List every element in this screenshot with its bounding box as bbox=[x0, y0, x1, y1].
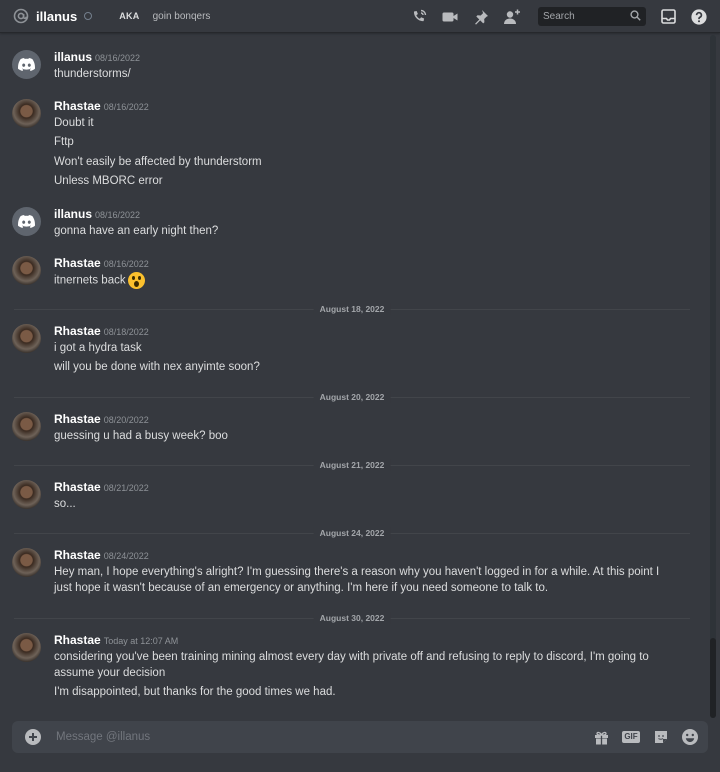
emoji-icon[interactable] bbox=[681, 728, 699, 746]
add-friend-icon[interactable] bbox=[502, 7, 522, 27]
astonished-face-icon[interactable] bbox=[127, 272, 145, 289]
message-text: gonna have an early night then? bbox=[54, 225, 219, 237]
message-text: Unless MBORC error bbox=[54, 175, 163, 187]
discord-logo-icon bbox=[18, 58, 35, 71]
message-author[interactable]: Rhastae bbox=[54, 412, 101, 426]
message-author[interactable]: Rhastae bbox=[54, 99, 101, 113]
message-text: Doubt it bbox=[54, 117, 94, 129]
message-timestamp: 08/16/2022 bbox=[95, 210, 141, 220]
message-text: guessing u had a busy week? boo bbox=[54, 430, 228, 442]
date-divider-label: August 24, 2022 bbox=[313, 527, 391, 539]
at-icon bbox=[12, 7, 30, 25]
date-divider-label: August 30, 2022 bbox=[313, 612, 391, 624]
message-text: thunderstorms/ bbox=[54, 68, 131, 80]
date-divider: August 18, 2022 bbox=[14, 303, 690, 315]
discord-logo-icon bbox=[18, 215, 35, 228]
message-author[interactable]: illanus bbox=[54, 50, 92, 64]
date-divider-label: August 21, 2022 bbox=[313, 459, 391, 471]
message-composer: GIF bbox=[12, 721, 708, 753]
message-author[interactable]: Rhastae bbox=[54, 548, 101, 562]
date-divider: August 24, 2022 bbox=[14, 527, 690, 539]
message-text: I'm disappointed, but thanks for the goo… bbox=[54, 686, 336, 698]
avatar[interactable] bbox=[12, 633, 41, 662]
message-text: Won't easily be affected by thunderstorm bbox=[54, 156, 262, 168]
gif-label: GIF bbox=[622, 731, 640, 743]
message-timestamp: 08/21/2022 bbox=[103, 483, 149, 493]
message-text: just hope it wasn't because of an emerge… bbox=[54, 582, 549, 594]
message-author[interactable]: Rhastae bbox=[54, 633, 101, 647]
search-box[interactable] bbox=[538, 7, 646, 26]
message-scrollbar[interactable] bbox=[710, 35, 716, 718]
message-text: assume your decision bbox=[54, 667, 166, 679]
help-icon[interactable] bbox=[689, 7, 709, 27]
gift-icon[interactable] bbox=[592, 728, 610, 746]
avatar[interactable] bbox=[12, 207, 41, 236]
avatar[interactable] bbox=[12, 256, 41, 285]
header-toolbar bbox=[409, 0, 720, 33]
message-text: so... bbox=[54, 498, 76, 510]
message-timestamp: Today at 12:07 AM bbox=[103, 636, 179, 646]
avatar[interactable] bbox=[12, 548, 41, 577]
inbox-icon[interactable] bbox=[658, 7, 678, 27]
pin-icon[interactable] bbox=[471, 7, 491, 27]
message-text: will you be done with nex anyimte soon? bbox=[54, 361, 260, 373]
date-divider-label: August 20, 2022 bbox=[313, 391, 391, 403]
message-list[interactable]: illanus 08/16/2022 thunderstorms/ Rhastae… bbox=[0, 33, 710, 718]
avatar[interactable] bbox=[12, 412, 41, 441]
avatar[interactable] bbox=[12, 50, 41, 79]
message-author[interactable]: illanus bbox=[54, 207, 92, 221]
message-text: itnernets back bbox=[54, 272, 664, 289]
message-text: i got a hydra task bbox=[54, 342, 142, 354]
avatar[interactable] bbox=[12, 99, 41, 128]
status-offline-indicator bbox=[84, 12, 93, 20]
message-author[interactable]: Rhastae bbox=[54, 324, 101, 338]
message-timestamp: 08/16/2022 bbox=[103, 102, 149, 112]
message-timestamp: 08/16/2022 bbox=[95, 53, 141, 63]
channel-header: illanus AKA goin bonqers bbox=[0, 0, 720, 33]
date-divider: August 30, 2022 bbox=[14, 612, 690, 624]
scrollbar-thumb[interactable] bbox=[710, 638, 716, 718]
gif-icon[interactable]: GIF bbox=[621, 728, 641, 746]
message-timestamp: 08/20/2022 bbox=[103, 415, 149, 425]
sticker-icon[interactable] bbox=[652, 728, 670, 746]
date-divider: August 20, 2022 bbox=[14, 391, 690, 403]
date-divider-label: August 18, 2022 bbox=[313, 303, 391, 315]
avatar[interactable] bbox=[12, 480, 41, 509]
search-icon[interactable] bbox=[630, 9, 641, 24]
message-text: considering you've been training mining … bbox=[54, 651, 649, 663]
aka-value: goin bonqers bbox=[152, 10, 211, 22]
message-input[interactable] bbox=[54, 730, 581, 744]
message-text-content: itnernets back bbox=[54, 274, 126, 287]
message-author[interactable]: Rhastae bbox=[54, 256, 101, 270]
message-timestamp: 08/24/2022 bbox=[103, 551, 149, 561]
message-timestamp: 08/18/2022 bbox=[103, 327, 149, 337]
message-timestamp: 08/16/2022 bbox=[103, 259, 149, 269]
dm-username[interactable]: illanus bbox=[36, 9, 77, 24]
avatar[interactable] bbox=[12, 324, 41, 353]
message-text: Hey man, I hope everything's alright? I'… bbox=[54, 566, 660, 578]
date-divider: August 21, 2022 bbox=[14, 459, 690, 471]
composer-buttons: GIF bbox=[581, 728, 699, 746]
add-attachment-icon[interactable] bbox=[25, 729, 41, 745]
video-icon[interactable] bbox=[440, 7, 460, 27]
message-author[interactable]: Rhastae bbox=[54, 480, 101, 494]
call-icon[interactable] bbox=[409, 7, 429, 27]
search-input[interactable] bbox=[543, 11, 623, 22]
aka-badge: AKA bbox=[119, 11, 140, 21]
message-text: Fttp bbox=[54, 136, 74, 148]
